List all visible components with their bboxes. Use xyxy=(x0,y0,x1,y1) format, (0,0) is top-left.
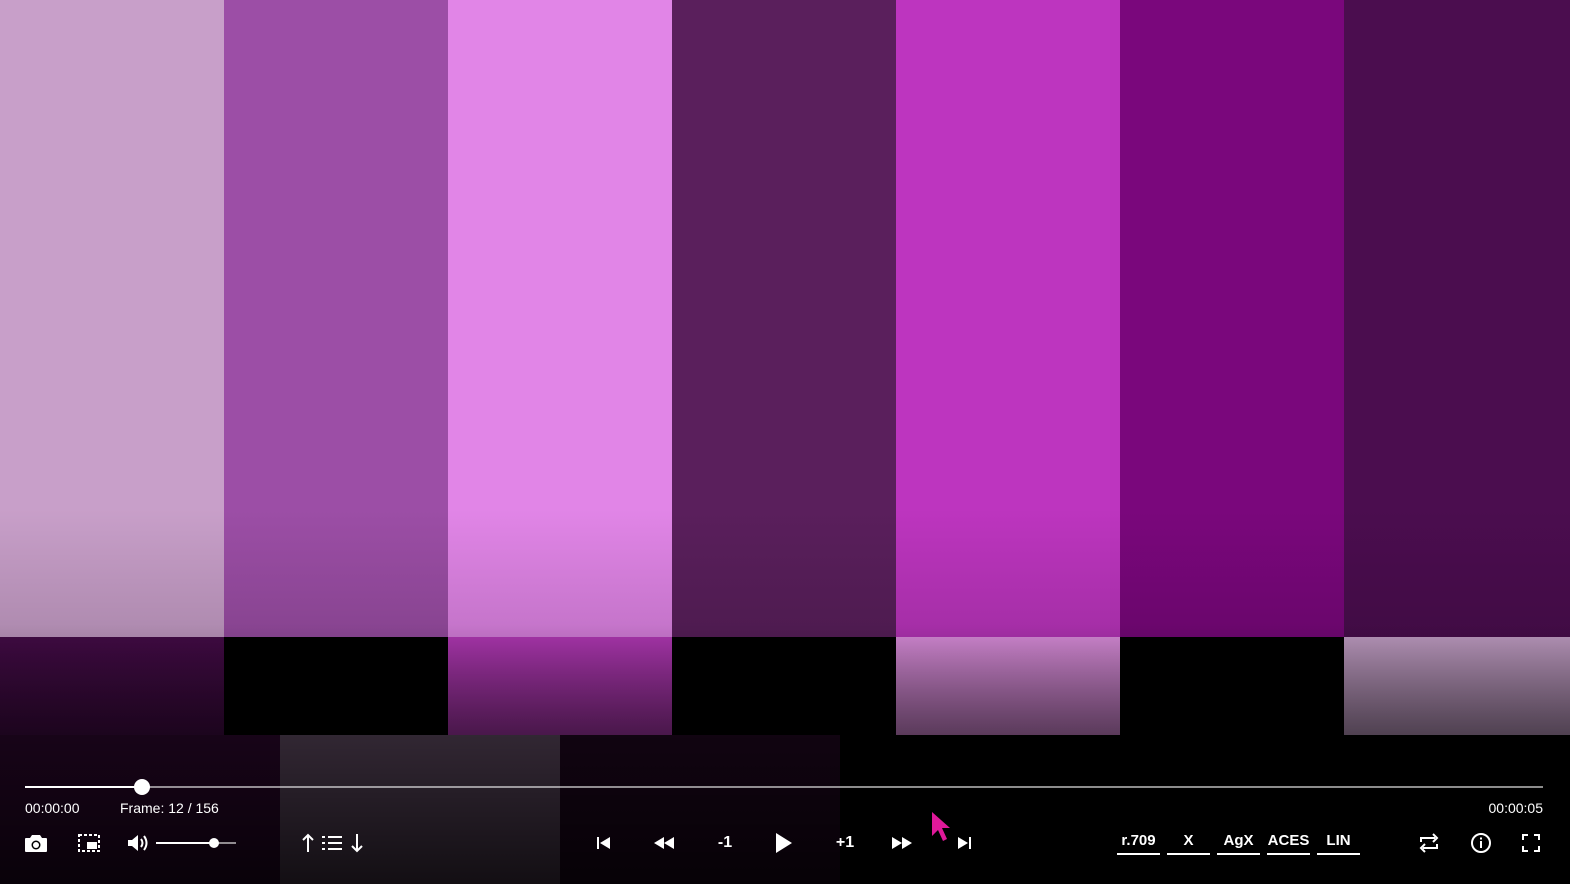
fullscreen-icon[interactable] xyxy=(1517,830,1545,856)
arrow-down-icon[interactable] xyxy=(347,831,367,855)
color-bar xyxy=(840,735,1120,884)
color-bar xyxy=(672,0,896,637)
color-bar xyxy=(280,735,560,884)
color-bar xyxy=(224,637,448,735)
color-bar xyxy=(560,735,840,884)
color-mode-x[interactable]: X xyxy=(1167,831,1210,855)
mouse-cursor xyxy=(930,810,954,851)
color-bar xyxy=(1400,735,1570,884)
duration: 00:00:05 xyxy=(1488,800,1544,816)
play-icon[interactable] xyxy=(768,829,798,857)
camera-icon[interactable] xyxy=(22,830,50,856)
volume-fill xyxy=(156,842,214,844)
color-bar xyxy=(1120,735,1400,884)
color-bar xyxy=(448,637,672,735)
current-time: 00:00:00 xyxy=(25,800,80,816)
rewind-icon[interactable] xyxy=(648,831,680,855)
color-bar xyxy=(1344,0,1570,637)
color-bar xyxy=(1344,637,1570,735)
color-bar xyxy=(0,0,224,637)
color-bar xyxy=(672,637,896,735)
progress-thumb[interactable] xyxy=(133,779,150,795)
color-mode-lin[interactable]: LIN xyxy=(1317,831,1360,855)
list-icon[interactable] xyxy=(320,831,344,855)
info-icon[interactable] xyxy=(1467,830,1495,856)
color-bar xyxy=(896,637,1120,735)
step-forward-button[interactable]: +1 xyxy=(828,831,862,855)
color-bar xyxy=(224,0,448,637)
skip-to-start-icon[interactable] xyxy=(590,831,618,855)
video-frame[interactable] xyxy=(0,0,1570,884)
progress-fill xyxy=(25,786,142,788)
arrow-up-icon[interactable] xyxy=(298,831,318,855)
color-bar xyxy=(896,0,1120,637)
color-bar xyxy=(448,0,672,637)
color-bar xyxy=(1120,0,1344,637)
color-bar xyxy=(1120,637,1344,735)
color-mode-rec709[interactable]: r.709 xyxy=(1117,831,1160,855)
volume-slider[interactable] xyxy=(156,838,236,848)
color-mode-aces[interactable]: ACES xyxy=(1267,831,1310,855)
volume-icon[interactable] xyxy=(124,830,152,856)
color-mode-agx[interactable]: AgX xyxy=(1217,831,1260,855)
step-back-button[interactable]: -1 xyxy=(708,831,742,855)
color-bar xyxy=(0,637,224,735)
fast-forward-icon[interactable] xyxy=(886,831,918,855)
frame-counter: Frame: 12 / 156 xyxy=(120,800,219,816)
skip-to-end-icon[interactable] xyxy=(950,831,978,855)
loop-icon[interactable] xyxy=(1415,830,1443,856)
region-select-icon[interactable] xyxy=(75,830,103,856)
progress-bar[interactable] xyxy=(25,779,1543,795)
volume-thumb[interactable] xyxy=(208,838,219,848)
